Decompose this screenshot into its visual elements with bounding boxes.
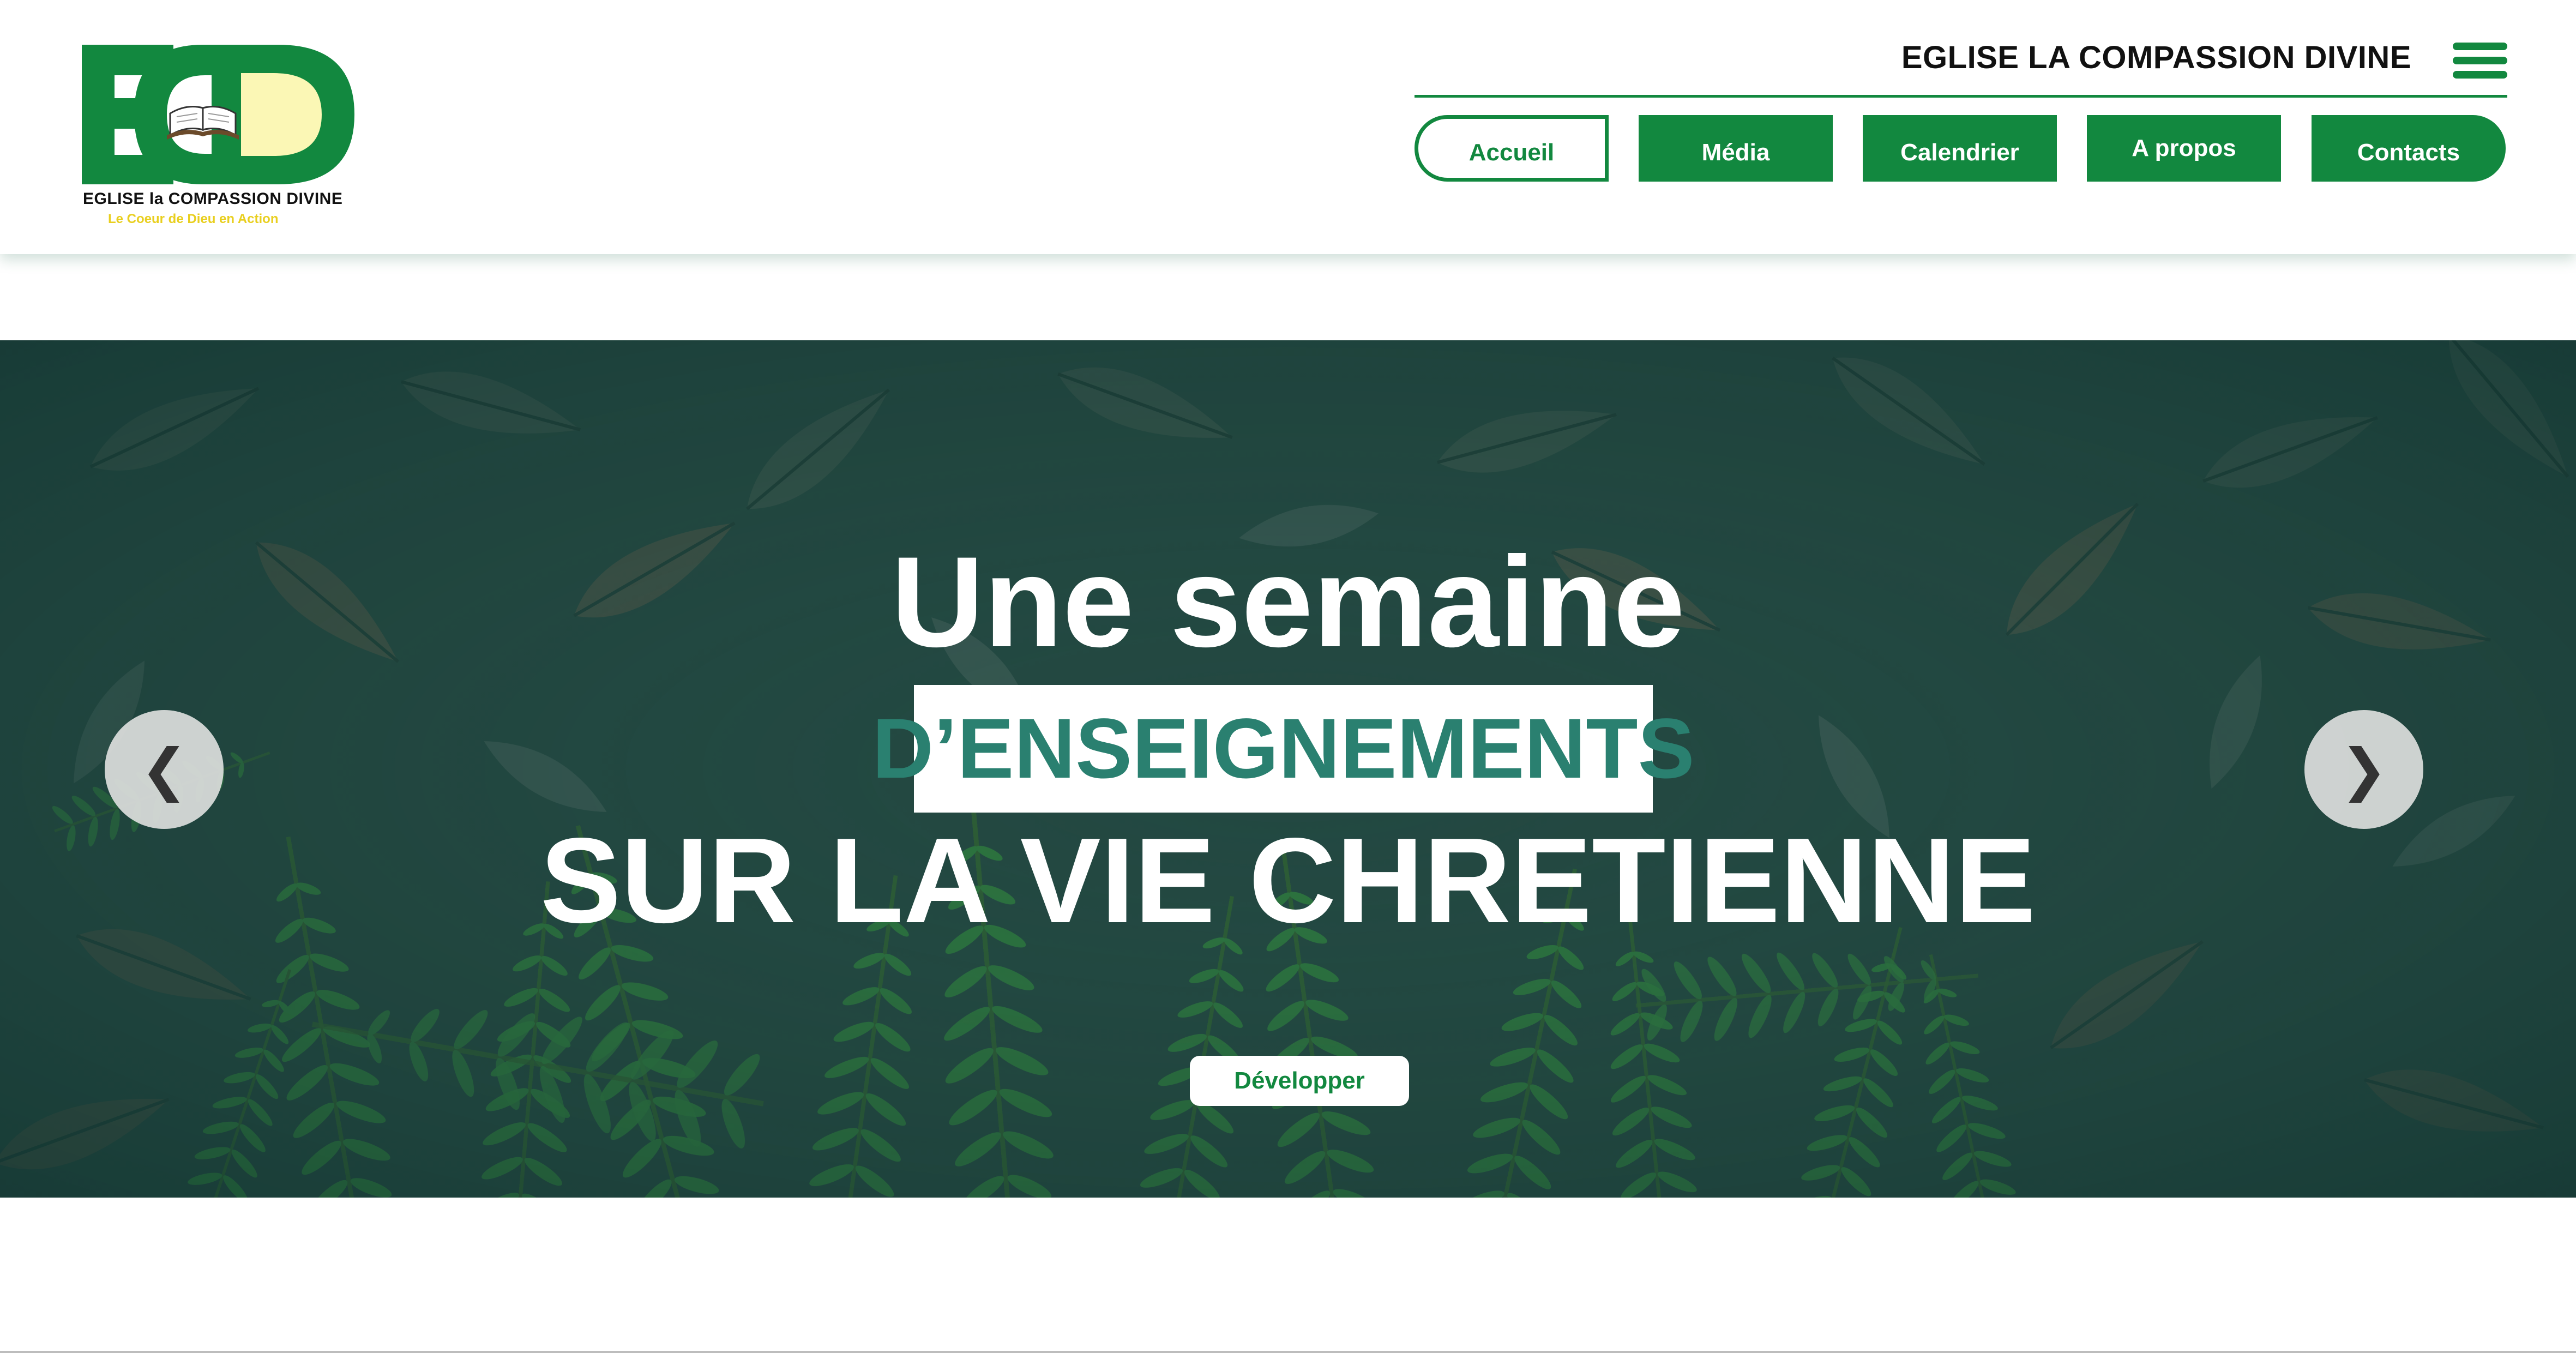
nav-label: Contacts — [2357, 139, 2460, 166]
church-logo[interactable]: EGLISE la COMPASSION DIVINE Le Coeur de … — [82, 44, 360, 234]
logo-church-name: EGLISE la COMPASSION DIVINE — [83, 190, 343, 208]
header-divider — [1415, 95, 2507, 98]
nav-calendrier-button[interactable]: Calendrier — [1863, 115, 2057, 182]
hero-headline-line2: D’ENSEIGNEMENTS — [872, 701, 1695, 796]
nav-media-button[interactable]: Média — [1639, 115, 1833, 182]
menu-bar — [2453, 71, 2507, 79]
hamburger-menu-icon[interactable] — [2453, 43, 2507, 79]
nav-accueil-button[interactable]: Accueil — [1415, 115, 1609, 182]
develop-button[interactable]: Développer — [1190, 1056, 1409, 1106]
hero-headline-line1: Une semaine — [891, 530, 1685, 674]
nav-apropos-button[interactable]: A propos — [2087, 115, 2281, 182]
ecd-logo-mark — [82, 45, 354, 184]
slider-next-arrow-icon[interactable]: ❯ — [2304, 710, 2423, 829]
slider-prev-arrow-icon[interactable]: ❮ — [105, 710, 224, 829]
nav-label: Accueil — [1468, 139, 1555, 166]
open-bible-icon — [167, 106, 239, 140]
site-header: EGLISE la COMPASSION DIVINE Le Coeur de … — [0, 0, 2576, 254]
menu-bar — [2453, 43, 2507, 50]
menu-bar — [2453, 57, 2507, 64]
nav-label: A propos — [2132, 135, 2236, 161]
page-bottom-divider — [0, 1351, 2576, 1353]
hero-highlight-box: D’ENSEIGNEMENTS — [872, 685, 1695, 813]
site-title: EGLISE LA COMPASSION DIVINE — [1901, 40, 2411, 75]
logo-tagline: Le Coeur de Dieu en Action — [108, 212, 279, 226]
nav-label: Calendrier — [1900, 139, 2019, 166]
hero-headline-line3: SUR LA VIE CHRETIENNE — [540, 813, 2036, 948]
hero-slider: Une semaine D’ENSEIGNEMENTS SUR LA VIE C… — [0, 340, 2576, 1198]
nav-contacts-button[interactable]: Contacts — [2312, 115, 2506, 182]
nav-label: Média — [1701, 139, 1770, 166]
